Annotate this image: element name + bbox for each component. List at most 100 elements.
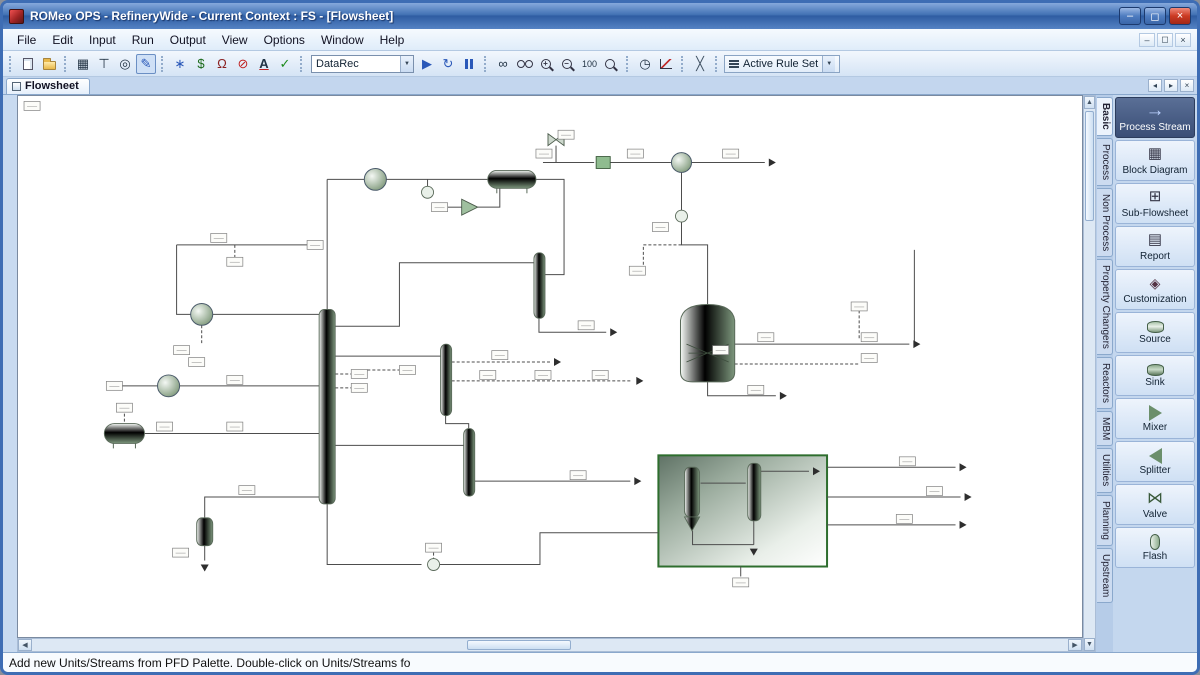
palette-item-report[interactable]: Report (1115, 226, 1195, 267)
unit-column[interactable] (685, 467, 700, 517)
menu-file[interactable]: File (9, 31, 44, 49)
new-document-icon[interactable] (18, 54, 38, 74)
run-icon[interactable]: ▶ (417, 54, 437, 74)
palette-tab-basic[interactable]: Basic (1097, 97, 1113, 136)
unit-pump[interactable] (422, 186, 434, 198)
stream-line[interactable] (335, 263, 534, 327)
menu-output[interactable]: Output (162, 31, 214, 49)
unit-vdrum[interactable] (197, 518, 213, 546)
palette-tab-utilities[interactable]: Utilities (1097, 448, 1113, 492)
stream-tag[interactable] (758, 333, 774, 342)
stream-tag[interactable] (189, 358, 205, 367)
stream-tag[interactable] (592, 370, 608, 379)
unit-column[interactable] (319, 309, 335, 504)
palette-tab-process[interactable]: Process (1097, 138, 1113, 186)
palette-item-sub-flowsheet[interactable]: Sub-Flowsheet (1115, 183, 1195, 224)
stream-tag[interactable] (24, 101, 40, 110)
palette-item-block-diagram[interactable]: Block Diagram (1115, 140, 1195, 181)
flowsheet-canvas[interactable] (17, 95, 1083, 638)
palette-item-customization[interactable]: Customization (1115, 269, 1195, 310)
menu-edit[interactable]: Edit (44, 31, 81, 49)
stream-tag[interactable] (570, 471, 586, 480)
stream-tag[interactable] (351, 369, 367, 378)
rerun-icon[interactable]: ↻ (438, 54, 458, 74)
palette-item-sink[interactable]: Sink (1115, 355, 1195, 396)
disconnect-icon[interactable]: ╳ (690, 54, 710, 74)
exclude-icon[interactable]: ⊘ (233, 54, 253, 74)
unit-reactor[interactable] (680, 304, 734, 381)
mdi-restore-button[interactable]: ◻ (1157, 33, 1173, 47)
watch-variables-icon[interactable]: ◎ (115, 54, 135, 74)
unit-compressor[interactable] (158, 375, 180, 397)
mdi-close-button[interactable]: × (1175, 33, 1191, 47)
horizontal-scrollbar[interactable]: ◀ ▶ (17, 638, 1083, 652)
open-folder-icon[interactable] (39, 54, 59, 74)
stream-arrow-icon[interactable] (960, 521, 967, 529)
stream-arrow-icon[interactable] (554, 358, 561, 366)
stream-tag[interactable] (399, 366, 415, 375)
units-of-measure-icon[interactable]: ∗ (170, 54, 190, 74)
horizontal-scroll-thumb[interactable] (467, 640, 571, 650)
unit-greenbox[interactable] (596, 157, 610, 169)
scroll-up-icon[interactable]: ▲ (1084, 96, 1095, 109)
stream-tag[interactable] (227, 422, 243, 431)
stream-tag[interactable] (896, 514, 912, 523)
minimize-button[interactable]: – (1119, 7, 1141, 25)
find-binoculars-icon[interactable] (514, 54, 536, 74)
datarec-combobox[interactable]: DataRec▼ (311, 55, 414, 73)
stream-line[interactable] (446, 416, 469, 429)
stream-tag[interactable] (492, 351, 508, 360)
palette-tab-upstream[interactable]: Upstream (1097, 548, 1113, 603)
scroll-tabs-left-icon[interactable]: ◂ (1148, 79, 1162, 92)
stream-tag[interactable] (536, 149, 552, 158)
stream-tag[interactable] (239, 486, 255, 495)
stream-tag[interactable] (733, 578, 749, 587)
stream-tag[interactable] (861, 333, 877, 342)
stream-arrow-icon[interactable] (780, 392, 787, 400)
stream-tag[interactable] (627, 149, 643, 158)
vertical-scroll-track[interactable] (1084, 109, 1095, 638)
stream-tag[interactable] (116, 403, 132, 412)
timer-icon[interactable]: ◷ (635, 54, 655, 74)
tab-flowsheet[interactable]: Flowsheet (6, 78, 90, 94)
stream-tag[interactable] (629, 266, 645, 275)
stream-tag[interactable] (432, 203, 448, 212)
stream-arrow-icon[interactable] (636, 377, 643, 385)
unit-hdrum[interactable] (488, 170, 536, 188)
toolbar-grip[interactable] (626, 56, 630, 72)
stream-line[interactable] (440, 533, 659, 565)
spec-icon[interactable]: A (254, 54, 274, 74)
stream-tag[interactable] (535, 370, 551, 379)
stream-tag[interactable] (173, 548, 189, 557)
stream-tag[interactable] (851, 302, 867, 311)
palette-tab-planning[interactable]: Planning (1097, 495, 1113, 546)
zoom-100-icon[interactable]: 100 (579, 54, 600, 74)
palette-item-flash[interactable]: Flash (1115, 527, 1195, 568)
close-button[interactable]: × (1169, 7, 1191, 25)
stream-tag[interactable] (926, 487, 942, 496)
stream-line[interactable] (681, 222, 707, 306)
title-bar[interactable]: ROMeo OPS - RefineryWide - Current Conte… (3, 3, 1197, 29)
horizontal-scroll-track[interactable] (32, 639, 1068, 651)
stream-arrow-icon[interactable] (960, 463, 967, 471)
unit-pump[interactable] (428, 559, 440, 571)
menu-input[interactable]: Input (81, 31, 124, 49)
stream-line[interactable] (205, 497, 319, 518)
omega-icon[interactable]: Ω (212, 54, 232, 74)
toolbar-grip[interactable] (300, 56, 304, 72)
validate-icon[interactable]: ✓ (275, 54, 295, 74)
stream-tag[interactable] (106, 381, 122, 390)
stream-tag[interactable] (899, 457, 915, 466)
palette-item-valve[interactable]: Valve (1115, 484, 1195, 525)
stream-tag[interactable] (861, 354, 877, 363)
stream-tag[interactable] (307, 240, 323, 249)
toolbar-grip[interactable] (161, 56, 165, 72)
unit-column[interactable] (748, 463, 761, 521)
scroll-left-icon[interactable]: ◀ (18, 639, 32, 651)
stream-line[interactable] (708, 382, 776, 396)
stream-arrow-icon[interactable] (769, 159, 776, 167)
dropdown-arrow-icon[interactable]: ▼ (822, 56, 835, 72)
toolbar-grip[interactable] (484, 56, 488, 72)
close-tab-icon[interactable]: × (1180, 79, 1194, 92)
palette-item-splitter[interactable]: Splitter (1115, 441, 1195, 482)
